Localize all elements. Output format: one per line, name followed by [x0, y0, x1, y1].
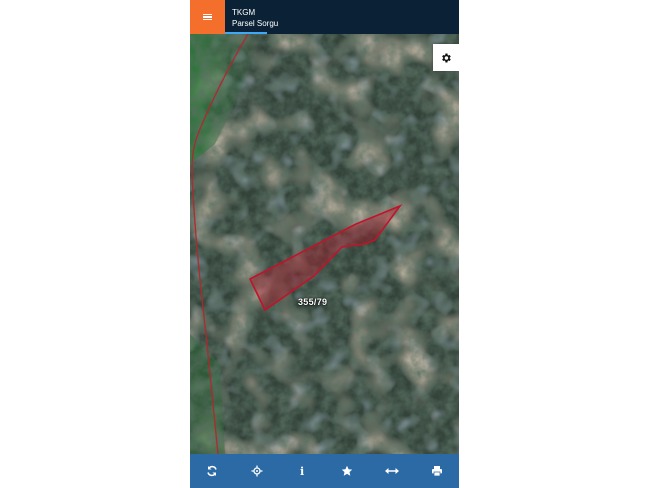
print-button[interactable]	[422, 456, 452, 486]
star-icon	[341, 465, 353, 476]
satellite-map[interactable]: 355/79	[190, 34, 459, 454]
app-frame: TKGM Parsel Sorgu 355/79 i	[190, 0, 459, 488]
bottom-toolbar: i	[190, 454, 459, 488]
refresh-button[interactable]	[197, 456, 227, 486]
app-header: TKGM Parsel Sorgu	[190, 0, 459, 34]
parcel-number-label: 355/79	[298, 297, 328, 307]
info-icon: i	[299, 464, 305, 478]
gear-icon	[442, 53, 451, 62]
locate-crosshair-icon	[251, 465, 263, 477]
loading-progress-bar	[225, 32, 267, 34]
settings-button[interactable]	[433, 44, 459, 71]
favorite-button[interactable]	[332, 456, 362, 486]
measure-arrows-icon	[384, 468, 399, 474]
info-button[interactable]: i	[287, 456, 317, 486]
app-subtitle: Parsel Sorgu	[232, 19, 279, 28]
hamburger-menu-icon	[203, 13, 212, 21]
measure-button[interactable]	[377, 456, 407, 486]
print-icon	[431, 466, 442, 477]
refresh-icon	[207, 465, 218, 477]
satellite-imagery	[190, 34, 459, 454]
menu-button[interactable]	[190, 0, 225, 34]
locate-button[interactable]	[242, 456, 272, 486]
